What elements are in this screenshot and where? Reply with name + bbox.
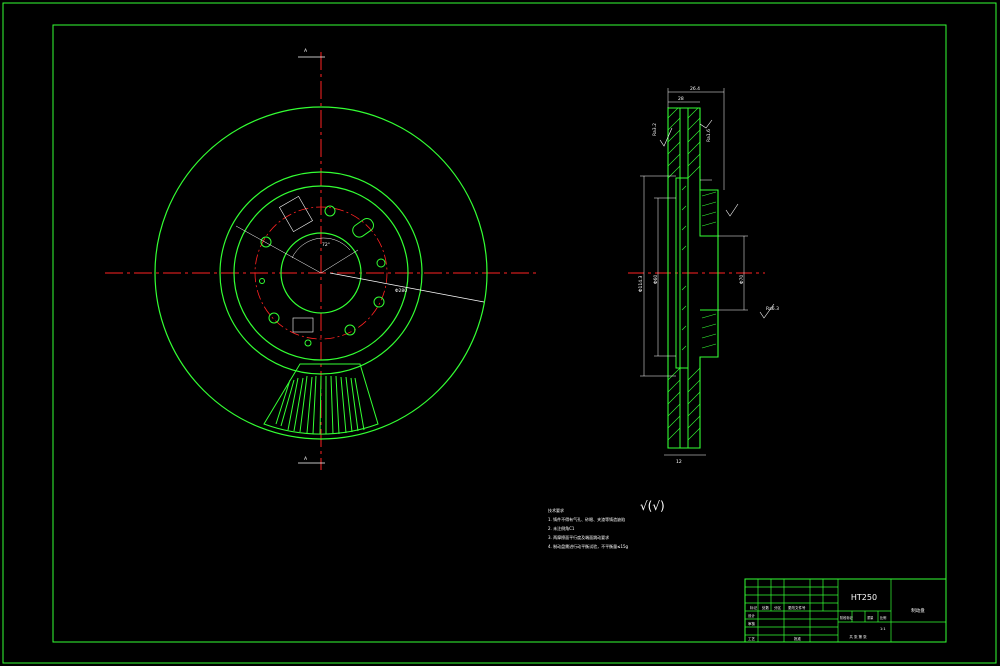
stage-label: 阶段标记 bbox=[840, 615, 854, 620]
note-line: 2. 未注倒角C1 bbox=[548, 525, 575, 531]
bolt-hole bbox=[344, 324, 356, 336]
cad-drawing: A A 72° Φ280 Ra3.2 Ra1.6 Ra6.3 26.4 28 Φ… bbox=[2, 2, 997, 664]
sheet-label: 共 张 第 张 bbox=[849, 634, 867, 639]
tb-label: 分区 bbox=[774, 605, 782, 610]
roughness-label-c: Ra6.3 bbox=[766, 306, 779, 312]
inner-dia-label: Φ70 bbox=[739, 275, 745, 284]
designer-label: 设计 bbox=[748, 613, 756, 618]
title-block: HT250 制动盘 标记 处数 分区 更改文件号 设计 审核 工艺 批准 阶段标… bbox=[744, 578, 947, 643]
front-view: A A 72° Φ280 bbox=[105, 48, 540, 470]
note-line: 1. 铸件不得有气孔、砂眼、夹渣等铸造缺陷 bbox=[548, 516, 625, 522]
small-hole bbox=[304, 339, 312, 347]
drawing-name: 制动盘 bbox=[911, 607, 925, 614]
process-label: 工艺 bbox=[748, 636, 756, 641]
roughness-label-b: Ra1.6 bbox=[706, 129, 712, 142]
bolt-circle-label: Φ114.3 bbox=[638, 275, 644, 292]
small-hole bbox=[376, 258, 386, 268]
center-bore-label: Φ60 bbox=[653, 275, 659, 284]
tb-label: 标记 bbox=[750, 605, 758, 610]
note-line: 3. 两摩擦面平行度及端面跳动要求 bbox=[548, 534, 609, 540]
hub-height-label: 12 bbox=[676, 459, 682, 465]
locating-slot bbox=[352, 218, 374, 238]
detail-box bbox=[292, 317, 314, 333]
tb-label: 更改文件号 bbox=[788, 605, 806, 610]
scale-value: 1:1 bbox=[880, 627, 886, 631]
disc-thickness-label: 28 bbox=[678, 96, 684, 102]
angle-leader bbox=[320, 249, 359, 274]
outer-dia-label: Φ280 bbox=[395, 288, 407, 294]
inner-frame bbox=[52, 24, 947, 643]
outer-frame bbox=[2, 2, 997, 664]
roughness-symbols bbox=[659, 119, 775, 319]
section-hatching bbox=[667, 107, 717, 441]
general-roughness-symbol: √(√) bbox=[640, 499, 665, 513]
note-line: 4. 制动盘需进行动平衡试验，不平衡量≤15g bbox=[548, 543, 629, 549]
checker-label: 审核 bbox=[748, 621, 756, 626]
tb-label: 处数 bbox=[762, 605, 770, 610]
approve-label: 批准 bbox=[794, 636, 802, 641]
section-mark-bottom: A bbox=[304, 456, 308, 462]
small-hole bbox=[259, 278, 265, 284]
section-dimensions bbox=[640, 88, 748, 456]
section-mark-top: A bbox=[304, 48, 308, 54]
tech-notes: 技术要求 1. 铸件不得有气孔、砂眼、夹渣等铸造缺陷 2. 未注倒角C1 3. … bbox=[548, 499, 665, 549]
bolt-holes bbox=[259, 205, 386, 347]
roughness-label-a: Ra3.2 bbox=[652, 123, 658, 136]
angle-label: 72° bbox=[322, 242, 330, 248]
detail-box bbox=[279, 195, 313, 233]
notes-heading: 技术要求 bbox=[548, 507, 564, 513]
bolt-hole bbox=[268, 312, 280, 324]
radius-leader bbox=[235, 225, 322, 274]
scale-label: 比例 bbox=[880, 615, 886, 620]
material-label: HT250 bbox=[851, 593, 877, 602]
bolt-hole bbox=[373, 296, 385, 308]
overall-width-label: 26.4 bbox=[690, 86, 700, 92]
weight-label: 重量 bbox=[867, 615, 874, 620]
section-view: Ra3.2 Ra1.6 Ra6.3 26.4 28 Φ114.3 Φ60 Φ70… bbox=[628, 86, 779, 465]
